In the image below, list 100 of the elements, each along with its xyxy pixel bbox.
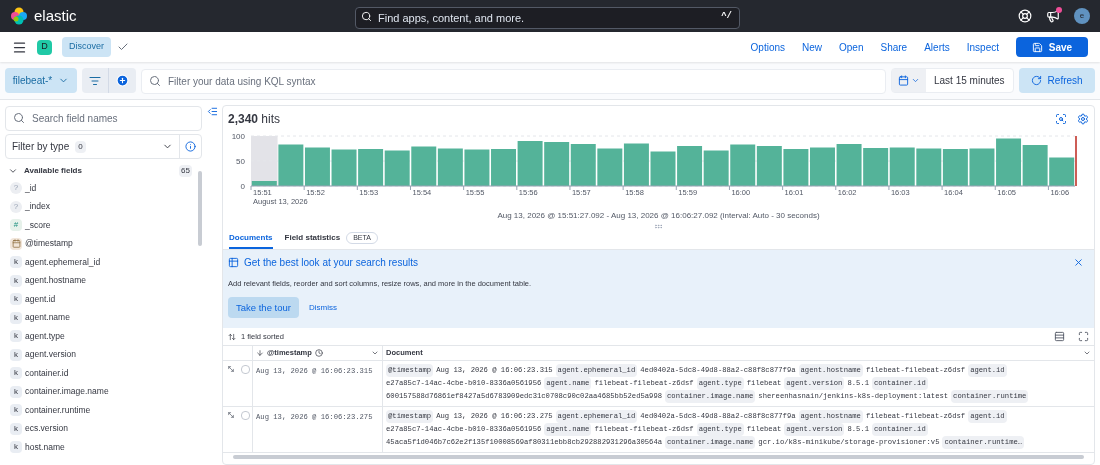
expand-row-icon[interactable] [226, 411, 235, 419]
take-tour-button[interactable]: Take the tour [228, 297, 299, 319]
field-name[interactable]: host.name [25, 440, 65, 454]
field-type-icon: k [10, 256, 22, 269]
hit-count: 2,340 hits [228, 111, 281, 128]
scrollbar[interactable] [198, 171, 202, 246]
user-avatar[interactable]: e [1074, 8, 1090, 24]
histogram-bar [464, 149, 490, 186]
expand-row-icon[interactable] [226, 365, 235, 373]
field-name[interactable]: @timestamp [25, 237, 73, 251]
nav-link[interactable]: New [802, 39, 823, 55]
check-icon [117, 41, 129, 53]
field-type-icon: k [10, 311, 22, 324]
now-marker [1075, 135, 1077, 187]
field-type-icon: k [10, 293, 22, 306]
field-name[interactable]: agent.name [25, 311, 70, 325]
save-button[interactable]: Save [1016, 37, 1088, 57]
brand-name: elastic [34, 5, 77, 26]
plus-icon [116, 74, 129, 87]
field-type-icon: k [10, 385, 22, 398]
arrow-down-icon [256, 349, 264, 357]
section-title[interactable]: Available fields [24, 165, 82, 177]
megaphone-icon[interactable] [1046, 9, 1060, 23]
close-icon[interactable] [1073, 257, 1084, 268]
histogram-bar [437, 148, 463, 186]
chevron-icon[interactable] [1083, 349, 1091, 357]
help-icon[interactable] [1018, 9, 1032, 23]
dismiss-link[interactable]: Dismiss [308, 301, 337, 314]
histogram-bar [810, 147, 835, 186]
histogram-bar [1022, 145, 1048, 186]
histogram-bar [570, 144, 596, 186]
clock-icon [314, 349, 323, 357]
field-type-icon: ? [10, 182, 22, 195]
collapse-sidebar-icon[interactable] [206, 106, 218, 117]
histogram-bar [703, 150, 729, 186]
histogram-bar [756, 146, 782, 186]
histogram-bar [304, 147, 330, 186]
refresh-button[interactable]: Refresh [1018, 68, 1095, 93]
calendar-icon [10, 237, 22, 250]
horizontal-scrollbar[interactable] [233, 455, 1084, 459]
field-name[interactable]: agent.type [25, 329, 65, 343]
histogram-bar [836, 144, 862, 186]
axis-tick-label: 50 [236, 157, 245, 166]
search-icon [13, 111, 25, 124]
field-name[interactable]: container.runtime [25, 403, 91, 417]
nav-link[interactable]: Open [839, 39, 864, 55]
row-checkbox[interactable] [240, 365, 250, 374]
field-type-icon: # [10, 219, 22, 232]
histogram-bar [411, 146, 437, 186]
query-field[interactable]: Filter your data using KQL syntax [141, 69, 886, 94]
histogram-bar [863, 148, 889, 186]
field-name[interactable]: _score [25, 218, 51, 232]
histogram-bar [544, 142, 570, 186]
histogram-bar [517, 141, 543, 186]
field-name[interactable]: _index [25, 200, 51, 214]
axis-tick-label: 100 [231, 132, 245, 141]
nav-link[interactable]: Share [880, 39, 908, 55]
chevron-icon[interactable] [371, 349, 379, 357]
callout-title: Get the best look at your search results [244, 256, 418, 270]
field-search-field[interactable]: Search field names [5, 106, 202, 131]
filter-icon [89, 74, 101, 87]
field-name[interactable]: _id [25, 181, 37, 195]
space-avatar[interactable]: D [37, 39, 52, 55]
field-type-icon: k [10, 330, 22, 343]
histogram-bar [650, 151, 676, 186]
histogram-bar [783, 149, 809, 186]
density-icon[interactable] [1054, 331, 1065, 342]
histogram-bar [358, 149, 384, 186]
field-name[interactable]: container.id [25, 366, 69, 380]
nav-link[interactable]: Inspect [966, 39, 999, 55]
histogram-bar [889, 147, 915, 186]
search-icon [361, 10, 372, 22]
breadcrumb[interactable]: Discover [62, 37, 111, 57]
field-name[interactable]: agent.ephemeral_id [25, 255, 101, 269]
info-icon[interactable] [185, 141, 196, 152]
resize-handle-icon[interactable] [654, 222, 663, 231]
nav-link[interactable]: Alerts [924, 39, 950, 55]
date-quick-menu-button[interactable] [892, 69, 926, 92]
count-badge: 65 [179, 165, 192, 177]
histogram-bar [996, 138, 1022, 186]
row-checkbox[interactable] [240, 411, 250, 420]
histogram-bar [623, 143, 649, 186]
menu-icon[interactable] [12, 39, 27, 55]
search-icon[interactable] [1055, 113, 1067, 125]
field-name[interactable]: ecs.version [25, 422, 68, 436]
chevron-icon[interactable] [8, 166, 18, 176]
sort-icon [228, 332, 236, 341]
axis-tick-label: 0 [240, 182, 245, 191]
save-icon [1031, 41, 1043, 53]
field-type-icon: k [10, 422, 22, 435]
field-name[interactable]: agent.id [25, 292, 56, 306]
settings-icon[interactable] [1077, 113, 1089, 125]
field-name[interactable]: container.image.name [25, 385, 109, 399]
field-name[interactable]: agent.hostname [25, 274, 86, 288]
table-icon [228, 257, 239, 268]
fullscreen-icon[interactable] [1078, 331, 1089, 342]
nav-link[interactable]: Options [750, 39, 785, 55]
field-name[interactable]: agent.version [25, 348, 77, 362]
field-type-icon: k [10, 348, 22, 361]
data-view-selector[interactable]: filebeat-* [5, 68, 77, 93]
